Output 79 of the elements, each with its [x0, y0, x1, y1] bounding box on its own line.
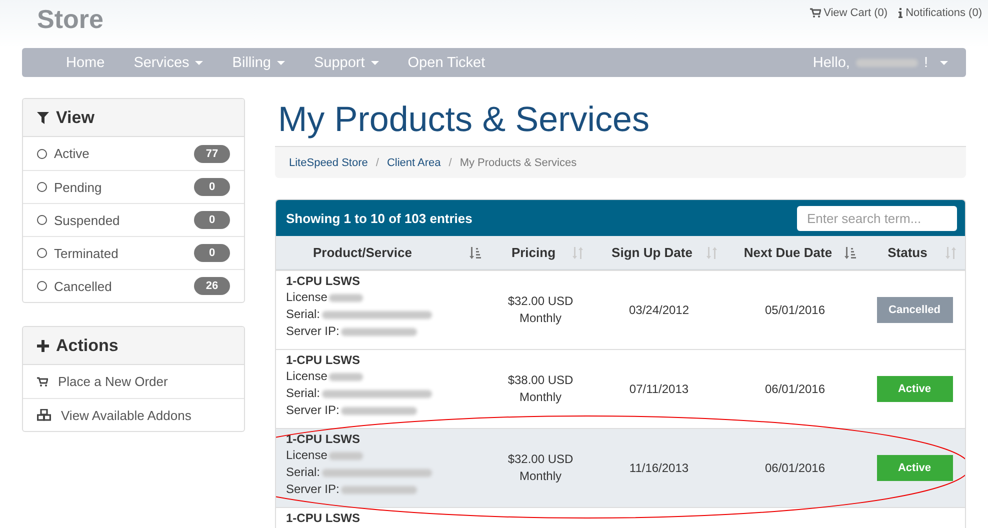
radio-button[interactable]	[37, 148, 47, 158]
breadcrumb-current[interactable]: My Products & Services	[460, 156, 577, 168]
breadcrumb-separator: /	[448, 156, 452, 168]
filter-item[interactable]: Active 77	[23, 137, 244, 170]
caret-icon	[940, 60, 948, 64]
status-label: Active	[876, 455, 952, 481]
redacted-text	[856, 58, 918, 66]
cubes-icon	[37, 409, 51, 421]
count-badge: 0	[194, 244, 230, 262]
sort-icon[interactable]	[844, 247, 856, 259]
action-link[interactable]: Place a New Order	[23, 365, 244, 398]
detail-label: License	[286, 368, 328, 385]
billing-cycle: Monthly	[519, 468, 562, 485]
cart-icon	[810, 8, 821, 18]
status-label: Cancelled	[876, 297, 952, 323]
plus-icon	[37, 340, 49, 352]
search-field[interactable]: Enter search term...	[797, 206, 957, 230]
count-badge: 0	[194, 211, 230, 229]
detail-label: Serial:	[286, 464, 320, 481]
breadcrumb-separator: /	[376, 156, 379, 168]
panel-title: Actions	[56, 336, 118, 356]
detail-label: Serial:	[286, 385, 320, 402]
product-name[interactable]: 1-CPU LSWS	[286, 432, 360, 447]
breadcrumb-link[interactable]: LiteSpeed Store	[289, 156, 368, 168]
price-text: $32.00 USD	[508, 293, 574, 310]
table-cell: 11/16/2013	[592, 428, 726, 507]
price-text: $38.00 USD	[508, 372, 574, 389]
detail-label: Server IP:	[286, 402, 340, 419]
panel-title: View	[56, 108, 94, 128]
detail-label: Serial:	[286, 306, 320, 323]
detail-label: Server IP:	[286, 323, 340, 340]
product-name[interactable]: 1-CPU LSWS	[286, 353, 360, 368]
detail-label: License	[286, 447, 328, 464]
radio-button[interactable]	[37, 248, 47, 258]
radio-button[interactable]	[37, 182, 47, 192]
detail-label: License	[286, 289, 328, 306]
column-header[interactable]: Product/Service	[276, 236, 489, 270]
filter-icon	[37, 112, 49, 124]
filter-label: Pending	[54, 180, 102, 194]
notifications-link[interactable]: Notifications (0)	[898, 6, 982, 20]
price-text: $32.00 USD	[508, 451, 574, 468]
column-header[interactable]: Status	[864, 236, 965, 270]
filter-label: Suspended	[54, 212, 120, 228]
cart-icon	[37, 376, 48, 386]
filter-item[interactable]: Cancelled 26	[23, 269, 244, 302]
column-header[interactable]: Sign Up Date	[592, 236, 726, 270]
billing-cycle: Monthly	[519, 310, 562, 327]
billing-cycle: Monthly	[519, 389, 562, 406]
count-badge: 77	[194, 144, 230, 162]
action-link[interactable]: View Available Addons	[23, 398, 244, 431]
caret-icon	[195, 60, 204, 64]
table-cell: 06/01/2016	[726, 428, 864, 507]
redacted-text	[329, 294, 364, 302]
redacted-text	[329, 372, 364, 380]
caret-icon	[276, 60, 285, 64]
count-badge: 26	[194, 277, 230, 295]
sort-icon[interactable]	[469, 247, 481, 259]
radio-button[interactable]	[37, 215, 47, 225]
status-label: Active	[876, 376, 952, 402]
filter-item[interactable]: Suspended 0	[23, 203, 244, 236]
filter-label: Cancelled	[54, 278, 112, 294]
count-badge: 0	[194, 178, 230, 196]
filter-item[interactable]: Terminated 0	[23, 236, 244, 269]
radio-button[interactable]	[37, 281, 47, 291]
product-name[interactable]: 1-CPU LSWS	[286, 274, 360, 289]
detail-label: Server IP:	[286, 481, 340, 498]
entries-summary: Showing 1 to 10 of 103 entries	[286, 210, 472, 226]
filter-item[interactable]: Pending 0	[23, 170, 244, 203]
redacted-text	[329, 452, 364, 460]
product-name[interactable]: 1-CPU LSWS	[286, 511, 360, 526]
filter-label: Active	[54, 146, 90, 161]
breadcrumb-link[interactable]: Client Area	[386, 156, 441, 168]
view-cart-link[interactable]: View Cart (0)	[810, 6, 888, 20]
caret-icon	[370, 60, 379, 64]
filter-label: Terminated	[54, 246, 118, 260]
page-title: My Products & Services	[278, 100, 650, 140]
info-icon	[898, 8, 903, 18]
column-header[interactable]: Next Due Date	[726, 236, 864, 270]
column-header[interactable]: Pricing	[489, 236, 592, 270]
